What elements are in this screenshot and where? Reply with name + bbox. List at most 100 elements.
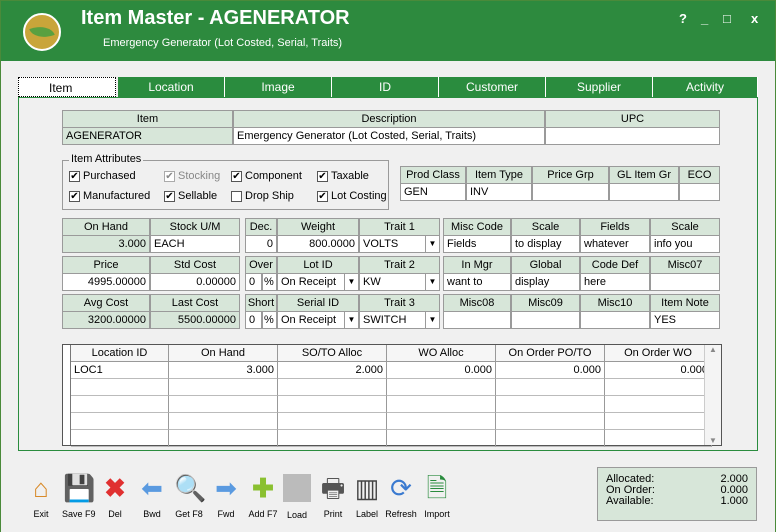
- component-checkbox[interactable]: ✔ Component: [231, 170, 302, 182]
- trait3-select[interactable]: SWITCH ▼: [359, 311, 440, 329]
- table-cell[interactable]: [278, 413, 387, 430]
- scale-field[interactable]: to display: [511, 235, 580, 253]
- upc-field[interactable]: [545, 127, 720, 145]
- column-header[interactable]: Location ID: [71, 345, 169, 362]
- manufactured-checkbox[interactable]: ✔ Manufactured: [69, 190, 150, 202]
- table-cell[interactable]: [169, 413, 278, 430]
- table-cell[interactable]: [496, 396, 605, 413]
- eco-field[interactable]: [679, 183, 720, 201]
- misc09-field[interactable]: [511, 311, 580, 329]
- price-field[interactable]: 4995.00000: [62, 273, 150, 291]
- close-button[interactable]: x: [751, 11, 758, 26]
- backward-button[interactable]: ⬅ Bwd: [136, 473, 168, 519]
- std-cost-field[interactable]: 0.00000: [150, 273, 240, 291]
- trait2-select[interactable]: KW ▼: [359, 273, 440, 291]
- gl-item-gr-field[interactable]: [609, 183, 679, 201]
- table-cell[interactable]: [71, 379, 169, 396]
- scale2-field[interactable]: info you: [650, 235, 720, 253]
- taxable-checkbox[interactable]: ✔ Taxable: [317, 170, 369, 182]
- chevron-down-icon[interactable]: ▼: [425, 312, 439, 328]
- table-cell[interactable]: [496, 413, 605, 430]
- table-cell[interactable]: 0.000: [496, 362, 605, 379]
- weight-field[interactable]: 800.0000: [277, 235, 359, 253]
- item-note-field[interactable]: YES: [650, 311, 720, 329]
- serial-id-select[interactable]: On Receipt ▼: [277, 311, 359, 329]
- table-cell[interactable]: [387, 396, 496, 413]
- column-header[interactable]: SO/TO Alloc: [278, 345, 387, 362]
- scroll-up-icon[interactable]: ▲: [705, 345, 721, 354]
- table-cell[interactable]: [605, 379, 712, 396]
- dec-field[interactable]: 0: [245, 235, 277, 253]
- item-type-field[interactable]: INV: [466, 183, 532, 201]
- sellable-checkbox[interactable]: ✔ Sellable: [164, 190, 217, 202]
- in-mgr-field[interactable]: want to: [443, 273, 511, 291]
- table-cell[interactable]: [169, 430, 278, 447]
- purchased-checkbox[interactable]: ✔ Purchased: [69, 170, 136, 182]
- table-cell[interactable]: [169, 379, 278, 396]
- tab-supplier[interactable]: Supplier: [546, 77, 653, 97]
- column-header[interactable]: On Order PO/TO: [496, 345, 605, 362]
- over-field[interactable]: 0: [245, 273, 262, 291]
- table-cell[interactable]: [278, 379, 387, 396]
- lot-costing-checkbox[interactable]: ✔ Lot Costing: [317, 190, 387, 202]
- price-grp-field[interactable]: [532, 183, 609, 201]
- stock-um-field[interactable]: EACH: [150, 235, 240, 253]
- table-cell[interactable]: 0.000: [605, 362, 712, 379]
- prod-class-field[interactable]: GEN: [400, 183, 466, 201]
- get-button[interactable]: 🔍 Get F8: [173, 473, 206, 519]
- print-button[interactable]: 🖶 Print: [317, 473, 349, 519]
- tab-activity[interactable]: Activity: [653, 77, 758, 97]
- table-cell[interactable]: 2.000: [278, 362, 387, 379]
- table-cell[interactable]: [278, 430, 387, 447]
- forward-button[interactable]: ➡ Fwd: [210, 473, 242, 519]
- misc08-field[interactable]: [443, 311, 511, 329]
- misc07-field[interactable]: [650, 273, 720, 291]
- save-button[interactable]: 💾 Save F9: [62, 473, 96, 519]
- table-cell[interactable]: [71, 396, 169, 413]
- tab-location[interactable]: Location: [118, 77, 225, 97]
- delete-button[interactable]: ✖ Del: [99, 473, 131, 519]
- scroll-down-icon[interactable]: ▼: [705, 436, 721, 445]
- table-cell[interactable]: [387, 430, 496, 447]
- table-cell[interactable]: [71, 430, 169, 447]
- column-header[interactable]: On Hand: [169, 345, 278, 362]
- table-cell[interactable]: 0.000: [387, 362, 496, 379]
- minimize-button[interactable]: _: [701, 11, 708, 26]
- import-button[interactable]: 🗎 Import: [421, 473, 453, 519]
- table-cell[interactable]: [169, 396, 278, 413]
- column-header[interactable]: WO Alloc: [387, 345, 496, 362]
- table-cell[interactable]: [387, 379, 496, 396]
- table-cell[interactable]: 3.000: [169, 362, 278, 379]
- table-cell[interactable]: [496, 430, 605, 447]
- description-field[interactable]: Emergency Generator (Lot Costed, Serial,…: [233, 127, 545, 145]
- tab-id[interactable]: ID: [332, 77, 439, 97]
- refresh-button[interactable]: ⟳ Refresh: [385, 473, 417, 519]
- vertical-scrollbar[interactable]: ▲ ▼: [704, 345, 721, 445]
- global-field[interactable]: display: [511, 273, 580, 291]
- tab-item[interactable]: Item: [18, 77, 116, 97]
- trait1-select[interactable]: VOLTS ▼: [359, 235, 440, 253]
- load-button[interactable]: Load: [281, 473, 313, 520]
- table-cell[interactable]: [496, 379, 605, 396]
- drop-ship-checkbox[interactable]: Drop Ship: [231, 190, 294, 202]
- maximize-button[interactable]: □: [723, 11, 731, 26]
- table-cell[interactable]: [278, 396, 387, 413]
- table-cell[interactable]: [605, 396, 712, 413]
- tab-customer[interactable]: Customer: [439, 77, 546, 97]
- short-field[interactable]: 0: [245, 311, 262, 329]
- lot-id-select[interactable]: On Receipt ▼: [277, 273, 359, 291]
- table-cell[interactable]: [605, 413, 712, 430]
- column-header[interactable]: On Order WO: [605, 345, 712, 362]
- misc10-field[interactable]: [580, 311, 650, 329]
- chevron-down-icon[interactable]: ▼: [344, 274, 358, 290]
- chevron-down-icon[interactable]: ▼: [425, 236, 439, 252]
- table-cell[interactable]: [387, 413, 496, 430]
- fields-field[interactable]: whatever: [580, 235, 650, 253]
- tab-image[interactable]: Image: [225, 77, 332, 97]
- code-def-field[interactable]: here: [580, 273, 650, 291]
- table-cell[interactable]: [71, 413, 169, 430]
- table-cell[interactable]: [605, 430, 712, 447]
- help-button[interactable]: ?: [679, 11, 687, 26]
- table-cell[interactable]: LOC1: [71, 362, 169, 379]
- chevron-down-icon[interactable]: ▼: [425, 274, 439, 290]
